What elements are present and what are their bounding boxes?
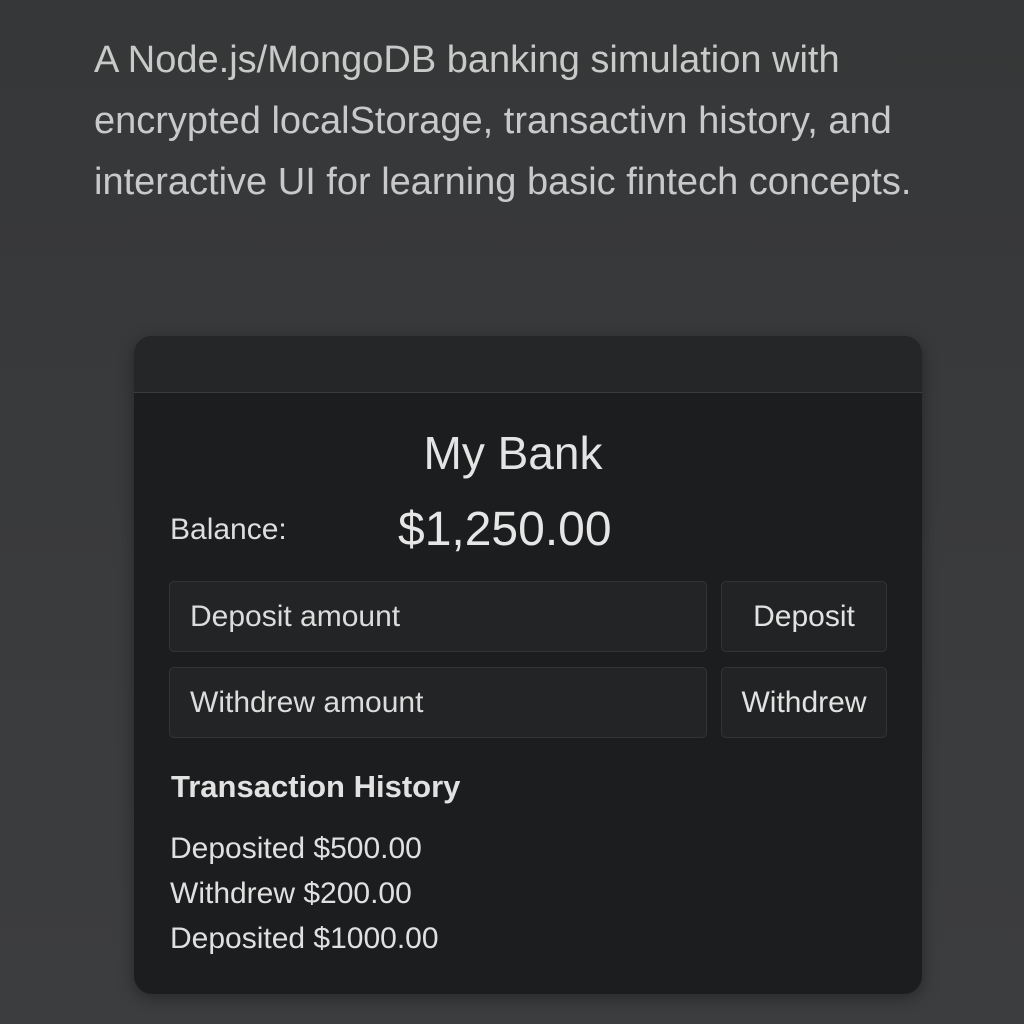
bank-app-window: My Bank Balance: $1,250.00 Deposit Withd…: [134, 336, 922, 994]
withdraw-button[interactable]: Withdrew: [721, 667, 887, 738]
deposit-button[interactable]: Deposit: [721, 581, 887, 652]
withdraw-amount-input[interactable]: [169, 667, 707, 738]
deposit-amount-input[interactable]: [169, 581, 707, 652]
window-title-bar: [134, 336, 922, 393]
transaction-history-heading: Transaction History: [171, 769, 461, 804]
transaction-item: Deposited $500.00: [170, 832, 422, 865]
app-title: My Bank: [423, 427, 603, 479]
transaction-item: Withdrew $200.00: [170, 877, 412, 910]
balance-value: $1,250.00: [398, 503, 612, 556]
transaction-history-list: Deposited $500.00 Withdrew $200.00 Depos…: [170, 826, 439, 961]
app-description: A Node.js/MongoDB banking simulation wit…: [94, 39, 912, 203]
balance-label: Balance:: [170, 513, 287, 546]
transaction-item: Deposited $1000.00: [170, 922, 439, 955]
